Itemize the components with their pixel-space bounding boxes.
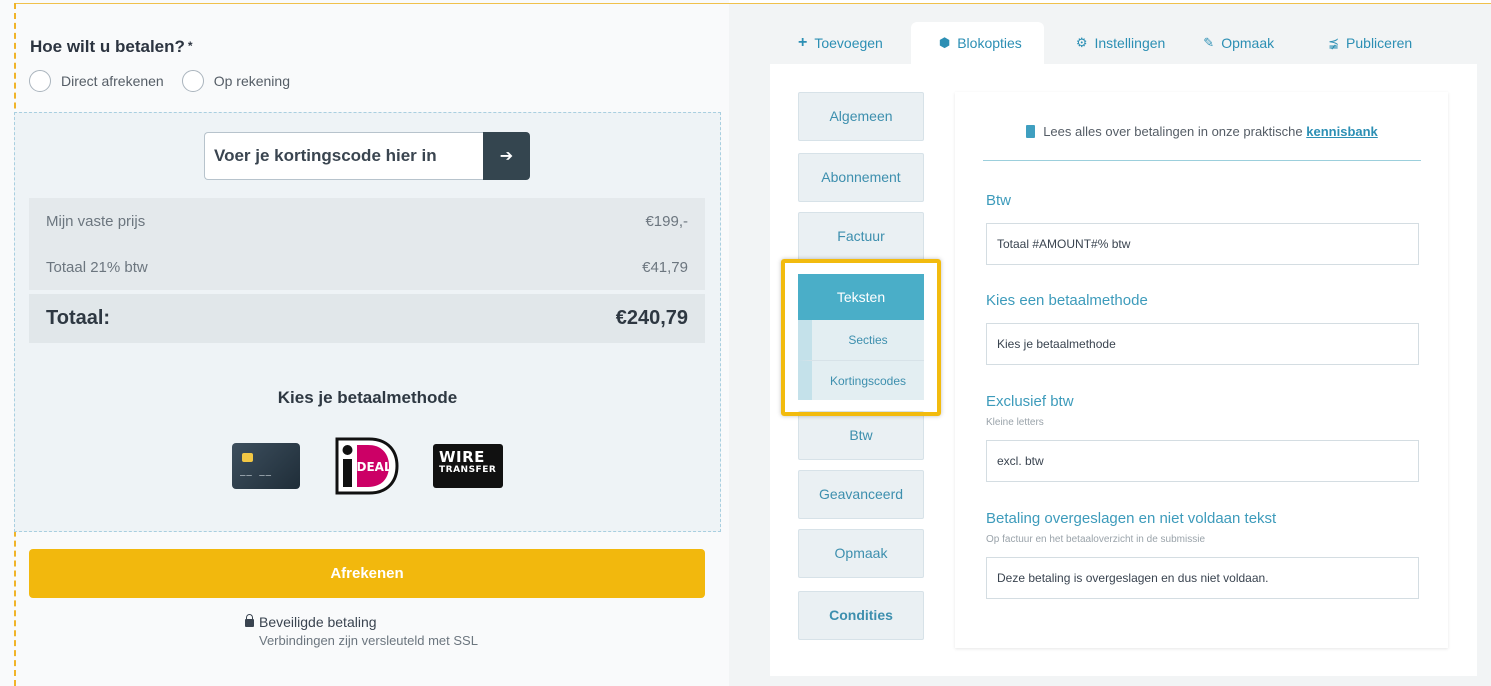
radio-op-rekening[interactable] <box>181 70 204 92</box>
plus-icon: + <box>798 34 808 51</box>
knowledge-base-note: Lees alles over betalingen in onze prakt… <box>983 124 1421 139</box>
share-icon: ⪵ <box>1328 35 1340 50</box>
price-summary: Mijn vaste prijs €199,- Totaal 21% btw €… <box>29 198 705 343</box>
field-label-btw: Btw <box>986 192 1012 209</box>
field-label-betaalmethode: Kies een betaalmethode <box>986 292 1148 309</box>
payment-methods: —— —— iDEAL WIRE TRANSFER <box>232 437 503 495</box>
field-hint-overgeslagen: Op factuur en het betaaloverzicht in de … <box>986 534 1206 545</box>
field-label-overgeslagen: Betaling overgeslagen en niet voldaan te… <box>986 510 1277 527</box>
lock-icon <box>245 614 254 627</box>
info-text: Lees alles over betalingen in onze prakt… <box>1043 124 1303 139</box>
price-label: Totaal 21% btw <box>46 258 148 276</box>
divider <box>983 160 1421 161</box>
exclusief-btw-text-input[interactable]: excl. btw <box>986 440 1419 482</box>
overgeslagen-text-input[interactable]: Deze betaling is overgeslagen en dus nie… <box>986 557 1419 599</box>
field-hint-exclusief-btw: Kleine letters <box>986 417 1044 428</box>
highlight-annotation <box>781 259 941 416</box>
sidebar-item-abonnement[interactable]: Abonnement <box>798 153 924 202</box>
sidebar-item-btw[interactable]: Btw <box>798 411 924 460</box>
ideal-text: iDEAL <box>352 460 392 474</box>
kennisbank-link[interactable]: kennisbank <box>1306 124 1378 139</box>
betaalmethode-text-input[interactable]: Kies je betaalmethode <box>986 323 1419 365</box>
coupon-input[interactable]: Voer je kortingscode hier in <box>204 132 483 180</box>
payment-question-text: Hoe wilt u betalen? <box>30 37 185 56</box>
btw-text-input[interactable]: Totaal #AMOUNT#% btw <box>986 223 1419 265</box>
price-row: Totaal 21% btw €41,79 <box>29 244 705 290</box>
sidebar-item-opmaak[interactable]: Opmaak <box>798 529 924 578</box>
field-label-exclusief-btw: Exclusief btw <box>986 393 1074 410</box>
gear-icon: ⚙ <box>1075 35 1088 50</box>
price-value: €41,79 <box>642 258 688 276</box>
sidebar-item-algemeen[interactable]: Algemeen <box>798 92 924 141</box>
price-value: €199,- <box>645 212 688 230</box>
wire-transfer-logo[interactable]: WIRE TRANSFER <box>433 444 503 488</box>
book-icon <box>1026 125 1036 138</box>
radio-label-direct[interactable]: Direct afrekenen <box>61 73 164 89</box>
tab-blokopties[interactable]: ⬢ Blokopties <box>910 22 1044 64</box>
tab-label: Blokopties <box>957 35 1022 51</box>
price-row: Mijn vaste prijs €199,- <box>29 198 705 244</box>
wire-text: WIRE <box>439 448 485 466</box>
coupon-form: Voer je kortingscode hier in ➔ <box>204 132 530 180</box>
radio-direct-afrekenen[interactable] <box>29 70 51 92</box>
brush-icon: ✎ <box>1203 35 1215 50</box>
tab-publiceren[interactable]: ⪵ Publiceren <box>1302 22 1412 64</box>
total-row: Totaal: €240,79 <box>29 294 705 343</box>
secure-subtitle: Verbindingen zijn versleuteld met SSL <box>259 633 478 648</box>
tab-label: Toevoegen <box>814 35 883 51</box>
secure-title: Beveiligde betaling <box>259 614 377 630</box>
card-number-dashes: —— —— <box>240 471 273 481</box>
coupon-submit-button[interactable]: ➔ <box>483 132 530 180</box>
card-chip <box>242 453 253 462</box>
editor-tabs: + Toevoegen ⬢ Blokopties ⚙ Instellingen … <box>770 22 1412 64</box>
total-value: €240,79 <box>615 307 688 329</box>
cube-icon: ⬢ <box>938 35 951 50</box>
sidebar-item-factuur[interactable]: Factuur <box>798 212 924 261</box>
arrow-right-icon: ➔ <box>499 148 514 165</box>
credit-card-icon[interactable]: —— —— <box>232 443 300 489</box>
radio-label-rekening[interactable]: Op rekening <box>214 73 290 89</box>
required-marker: * <box>187 39 193 53</box>
checkout-button[interactable]: Afrekenen <box>29 549 705 598</box>
payment-method-title: Kies je betaalmethode <box>277 388 458 407</box>
sidebar-item-condities[interactable]: Condities <box>798 591 924 640</box>
tab-label: Publiceren <box>1346 35 1413 51</box>
tab-label: Opmaak <box>1221 35 1275 51</box>
secure-payment: Beveiligde betaling <box>245 614 377 630</box>
payment-options: Direct afrekenen Op rekening <box>29 70 308 92</box>
tab-label: Instellingen <box>1094 35 1166 51</box>
transfer-text: TRANSFER <box>439 465 497 475</box>
tab-opmaak[interactable]: ✎ Opmaak <box>1193 22 1302 64</box>
tab-instellingen[interactable]: ⚙ Instellingen <box>1044 22 1193 64</box>
total-label: Totaal: <box>46 307 111 329</box>
tab-toevoegen[interactable]: + Toevoegen <box>770 22 911 64</box>
payment-question: Hoe wilt u betalen? * <box>30 37 193 57</box>
sidebar-item-geavanceerd[interactable]: Geavanceerd <box>798 470 924 519</box>
price-label: Mijn vaste prijs <box>46 212 146 230</box>
ideal-logo[interactable]: iDEAL <box>335 437 399 495</box>
